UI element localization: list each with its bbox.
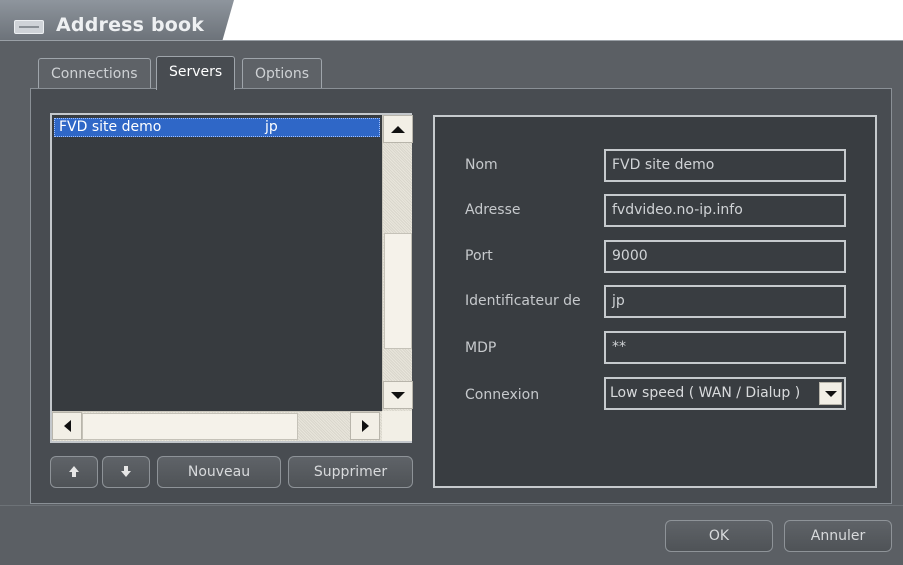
- triangle-right-icon: [361, 420, 369, 432]
- triangle-down-icon: [391, 391, 405, 399]
- port-field[interactable]: 9000: [604, 240, 846, 273]
- scroll-down-button[interactable]: [383, 381, 413, 409]
- connexion-label: Connexion: [465, 387, 540, 403]
- delete-button[interactable]: Supprimer: [288, 456, 413, 488]
- cancel-button[interactable]: Annuler: [784, 520, 892, 552]
- nom-field[interactable]: FVD site demo: [604, 149, 846, 182]
- arrow-down-icon: [121, 466, 131, 478]
- vertical-scroll-thumb[interactable]: [384, 233, 412, 349]
- identificateur-field[interactable]: jp: [604, 285, 846, 318]
- nom-label: Nom: [465, 157, 498, 173]
- adresse-label: Adresse: [465, 202, 521, 218]
- scroll-corner: [382, 411, 412, 441]
- server-user-cell: jp: [265, 119, 278, 135]
- new-button[interactable]: Nouveau: [157, 456, 281, 488]
- connexion-select[interactable]: Low speed ( WAN / Dialup ): [604, 377, 846, 410]
- server-name-cell: FVD site demo: [59, 119, 162, 135]
- horizontal-scroll-thumb[interactable]: [82, 413, 298, 440]
- port-label: Port: [465, 248, 493, 264]
- horizontal-scrollbar[interactable]: [52, 411, 382, 441]
- arrow-up-icon: [69, 466, 79, 478]
- tab-options[interactable]: Options: [242, 58, 323, 88]
- mdp-field[interactable]: **: [604, 331, 846, 364]
- scroll-up-button[interactable]: [383, 115, 413, 143]
- address-book-dialog: Address book Connections Servers Options…: [0, 0, 903, 565]
- server-list[interactable]: FVD site demo jp: [50, 113, 413, 443]
- identificateur-label: Identificateur de: [465, 293, 581, 309]
- address-book-icon: [14, 20, 44, 34]
- triangle-up-icon: [391, 125, 405, 133]
- vertical-scrollbar[interactable]: [382, 115, 413, 411]
- tab-connections[interactable]: Connections: [38, 58, 151, 88]
- footer-divider: [0, 505, 903, 506]
- connexion-select-value: Low speed ( WAN / Dialup ): [610, 385, 801, 401]
- connexion-dropdown-button[interactable]: [819, 382, 842, 405]
- mdp-label: MDP: [465, 340, 497, 356]
- triangle-left-icon: [63, 420, 71, 432]
- list-item[interactable]: FVD site demo jp: [54, 118, 380, 137]
- adresse-field[interactable]: fvdvideo.no-ip.info: [604, 194, 846, 227]
- window-title: Address book: [56, 14, 205, 36]
- chevron-down-icon: [824, 390, 837, 397]
- move-down-button[interactable]: [102, 456, 150, 488]
- ok-button[interactable]: OK: [665, 520, 773, 552]
- tab-servers[interactable]: Servers: [156, 56, 236, 90]
- scroll-right-button[interactable]: [350, 412, 380, 440]
- scroll-left-button[interactable]: [52, 412, 82, 440]
- move-up-button[interactable]: [50, 456, 98, 488]
